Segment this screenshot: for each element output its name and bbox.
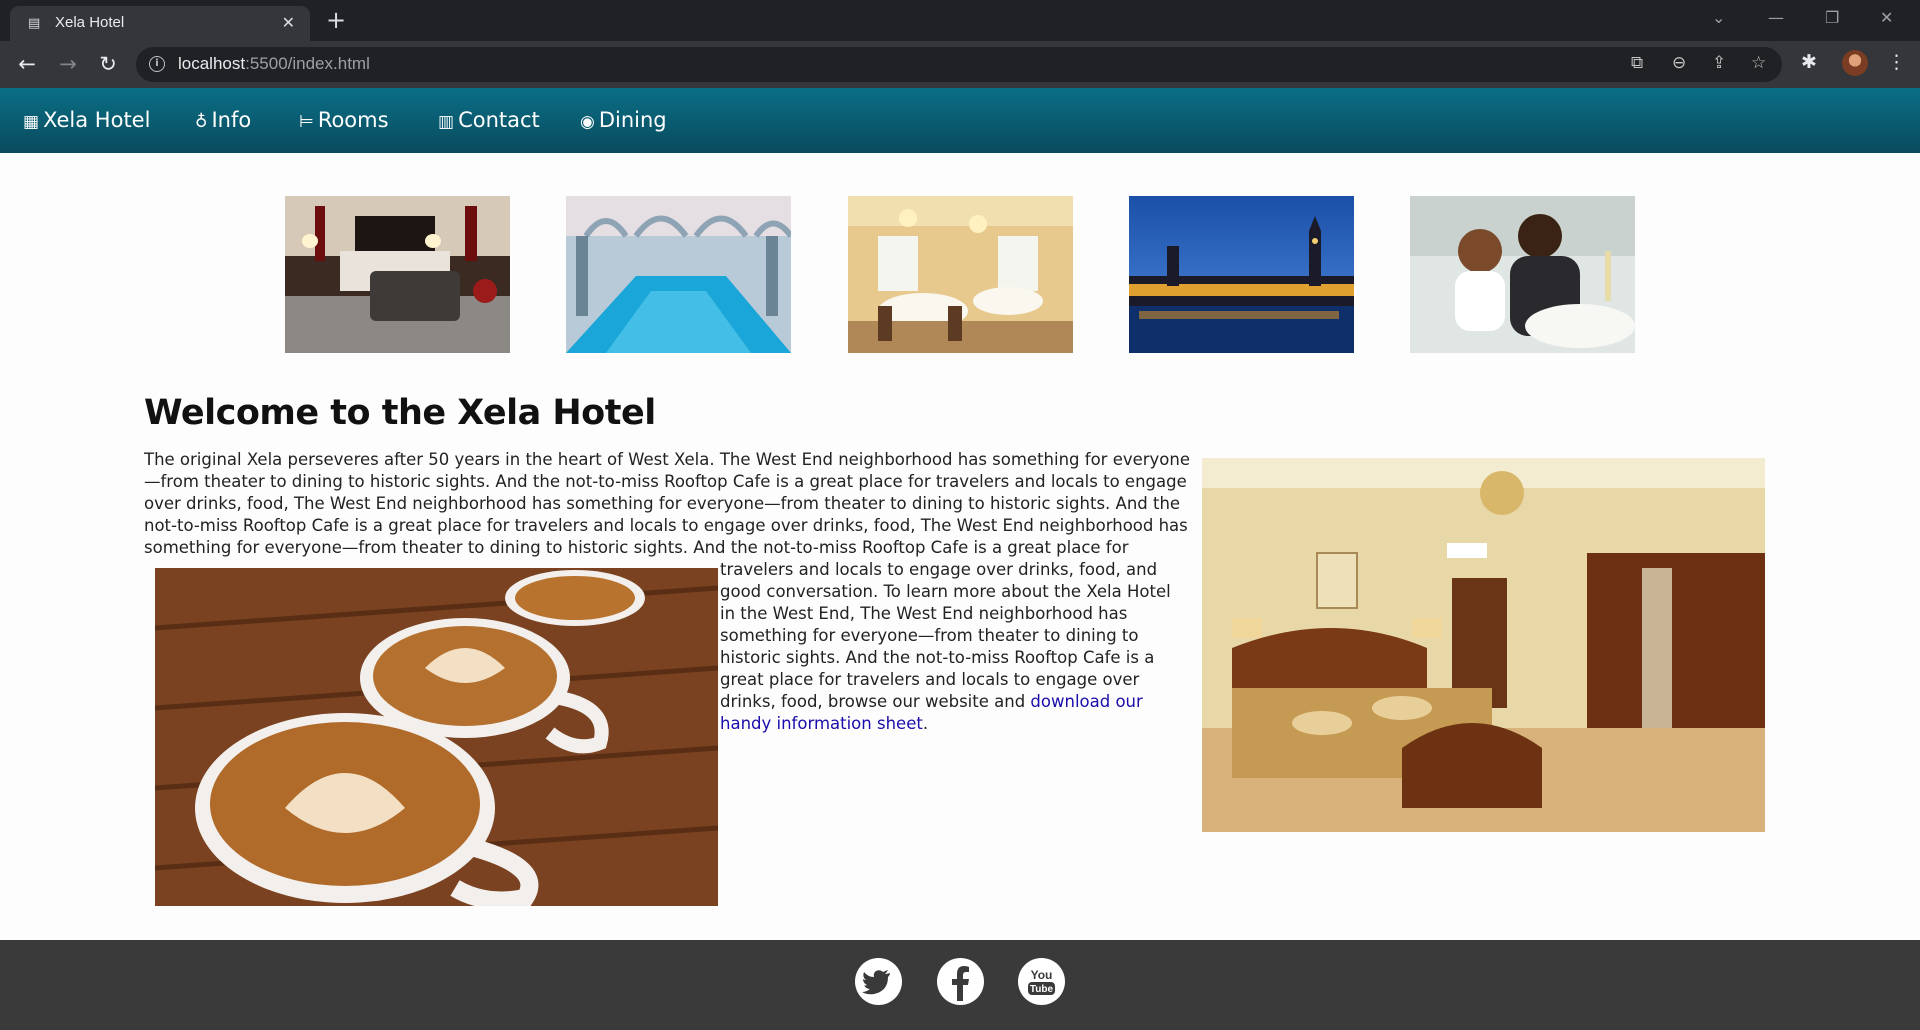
menu-kebab-icon[interactable]: ⋮ [1887,51,1906,73]
site-info-icon[interactable]: i [149,56,165,72]
plate-icon: ◉ [580,112,595,132]
new-tab-icon[interactable]: + [326,6,346,34]
couple-dining-photo [1410,196,1635,353]
dining-room-photo [848,196,1073,353]
restore-icon[interactable]: ❐ [1825,8,1839,27]
browser-tabstrip: ▤ Xela Hotel ✕ + ⌄ — ❐ ✕ [0,0,1920,41]
youtube-tube-text: Tube [1030,984,1054,995]
calendar-icon: ▥ [438,112,455,132]
latte-coffee-image [155,568,718,906]
youtube-you-text: You [1031,968,1053,982]
hotel-favicon-icon: ▤ [28,16,41,31]
close-tab-icon[interactable]: ✕ [282,13,295,32]
tab-search-chevron-icon[interactable]: ⌄ [1712,8,1725,27]
facebook-link[interactable] [937,958,984,1005]
nav-item-info[interactable]: ♁ Info [195,108,251,132]
page-title: Welcome to the Xela Hotel [144,393,656,433]
zoom-icon[interactable]: ⊖ [1672,53,1686,73]
london-parliament-photo [1129,196,1354,353]
youtube-link[interactable]: You Tube [1018,958,1065,1005]
youtube-icon: You Tube [1028,968,1055,995]
nav-item-contact[interactable]: ▥ Contact [438,108,540,132]
extensions-puzzle-icon[interactable]: ✱ [1801,51,1817,73]
site-navbar: ▦ Xela Hotel ♁ Info ⊨ Rooms ▥ Contact ◉ Dinin… [0,88,1920,153]
nav-item-home[interactable]: ▦ Xela Hotel [23,108,150,132]
browser-toolbar: ← → ↻ i localhost:5500/index.html ⧉ ⊖ ⇪ … [0,41,1920,88]
back-arrow-icon[interactable]: ← [13,50,41,78]
share-icon[interactable]: ⇪ [1712,53,1726,73]
nav-item-dining[interactable]: ◉ Dining [580,108,667,132]
browser-tab[interactable]: ▤ Xela Hotel ✕ [10,6,310,41]
info-icon: ♁ [195,112,208,132]
reload-icon[interactable]: ↻ [94,50,122,78]
site-footer: You Tube [0,940,1920,1030]
twitter-icon [862,970,890,995]
hotel-icon: ▦ [23,112,40,132]
forward-arrow-icon[interactable]: → [54,50,82,78]
facebook-icon [952,966,969,1001]
address-bar[interactable]: i localhost:5500/index.html ⧉ ⊖ ⇪ ☆ [136,47,1782,82]
paragraph-part-2: and locals to engage over drinks, food, … [720,560,1171,711]
tab-title: Xela Hotel [55,14,125,31]
indoor-pool-photo [566,196,791,353]
minimize-icon[interactable]: — [1768,8,1784,27]
nav-item-rooms[interactable]: ⊨ Rooms [299,108,389,132]
bedroom-photo [1202,458,1765,832]
hotel-room-photo [285,196,510,353]
url-text[interactable]: localhost:5500/index.html [178,54,370,74]
twitter-link[interactable] [855,958,902,1005]
profile-avatar[interactable] [1842,50,1868,76]
window-close-icon[interactable]: ✕ [1880,8,1893,27]
bookmark-star-icon[interactable]: ☆ [1751,53,1766,73]
translate-icon[interactable]: ⧉ [1631,53,1643,73]
bed-icon: ⊨ [299,112,314,132]
